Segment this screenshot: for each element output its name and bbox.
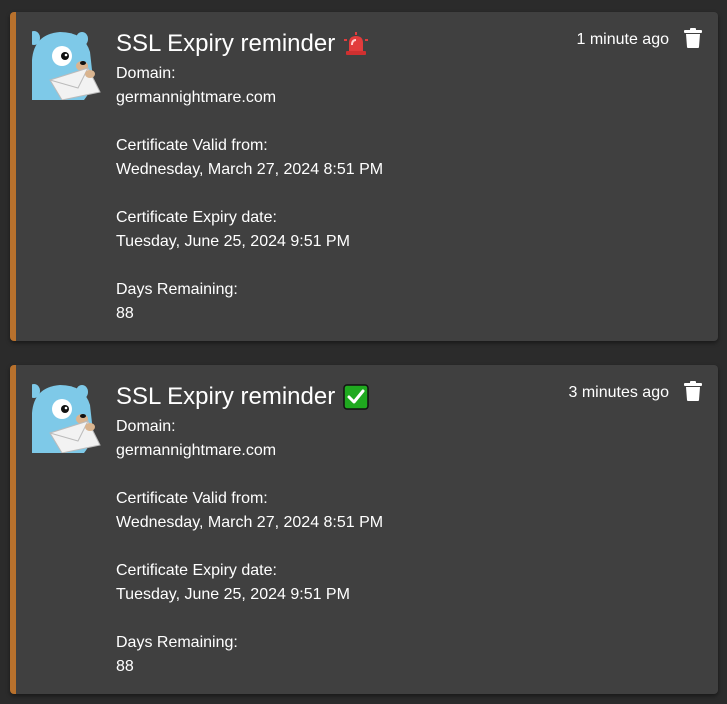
notification-feed: SSL Expiry reminder 1 minute ago Domain:… (0, 0, 727, 704)
check-mark-button-emoji-icon (343, 384, 369, 410)
valid-from-field: Certificate Valid from: Wednesday, March… (116, 487, 383, 535)
field-label: Domain: (116, 65, 176, 82)
notification-timestamp: 3 minutes ago (568, 384, 669, 401)
notification-title: SSL Expiry reminder (116, 28, 369, 60)
field-value: germannightmare.com (116, 442, 277, 459)
field-value: Wednesday, March 27, 2024 8:51 PM (116, 161, 384, 178)
notification-timestamp: 1 minute ago (576, 31, 669, 48)
field-label: Domain: (116, 418, 176, 435)
field-label: Certificate Expiry date: (116, 562, 277, 579)
days-remaining-field: Days Remaining: 88 (116, 278, 383, 326)
notification-title: SSL Expiry reminder (116, 381, 369, 413)
field-value: Tuesday, June 25, 2024 9:51 PM (116, 233, 350, 250)
domain-field: Domain: germannightmare.com (116, 415, 383, 463)
field-label: Certificate Expiry date: (116, 209, 277, 226)
expiry-date-field: Certificate Expiry date: Tuesday, June 2… (116, 206, 383, 254)
valid-from-field: Certificate Valid from: Wednesday, March… (116, 134, 383, 182)
field-value: 88 (116, 658, 134, 675)
expiry-date-field: Certificate Expiry date: Tuesday, June 2… (116, 559, 383, 607)
gopher-mail-avatar-icon (32, 383, 102, 453)
field-value: Tuesday, June 25, 2024 9:51 PM (116, 586, 350, 603)
domain-field: Domain: germannightmare.com (116, 62, 383, 110)
days-remaining-field: Days Remaining: 88 (116, 631, 383, 679)
field-label: Days Remaining: (116, 634, 238, 651)
notification-title-text: SSL Expiry reminder (116, 30, 336, 57)
trash-icon[interactable] (684, 381, 702, 401)
notification-title-text: SSL Expiry reminder (116, 383, 336, 410)
field-value: germannightmare.com (116, 89, 277, 106)
field-value: 88 (116, 305, 134, 322)
notification-card: SSL Expiry reminder 1 minute ago Domain:… (10, 12, 718, 341)
field-label: Certificate Valid from: (116, 137, 268, 154)
rotating-light-emoji-icon (343, 31, 369, 57)
trash-icon[interactable] (684, 28, 702, 48)
notification-body: Domain: germannightmare.com Certificate … (116, 62, 383, 326)
gopher-mail-avatar-icon (32, 30, 102, 100)
notification-card: SSL Expiry reminder 3 minutes ago Domain… (10, 365, 718, 694)
field-label: Certificate Valid from: (116, 490, 268, 507)
field-label: Days Remaining: (116, 281, 238, 298)
field-value: Wednesday, March 27, 2024 8:51 PM (116, 514, 384, 531)
notification-body: Domain: germannightmare.com Certificate … (116, 415, 383, 679)
